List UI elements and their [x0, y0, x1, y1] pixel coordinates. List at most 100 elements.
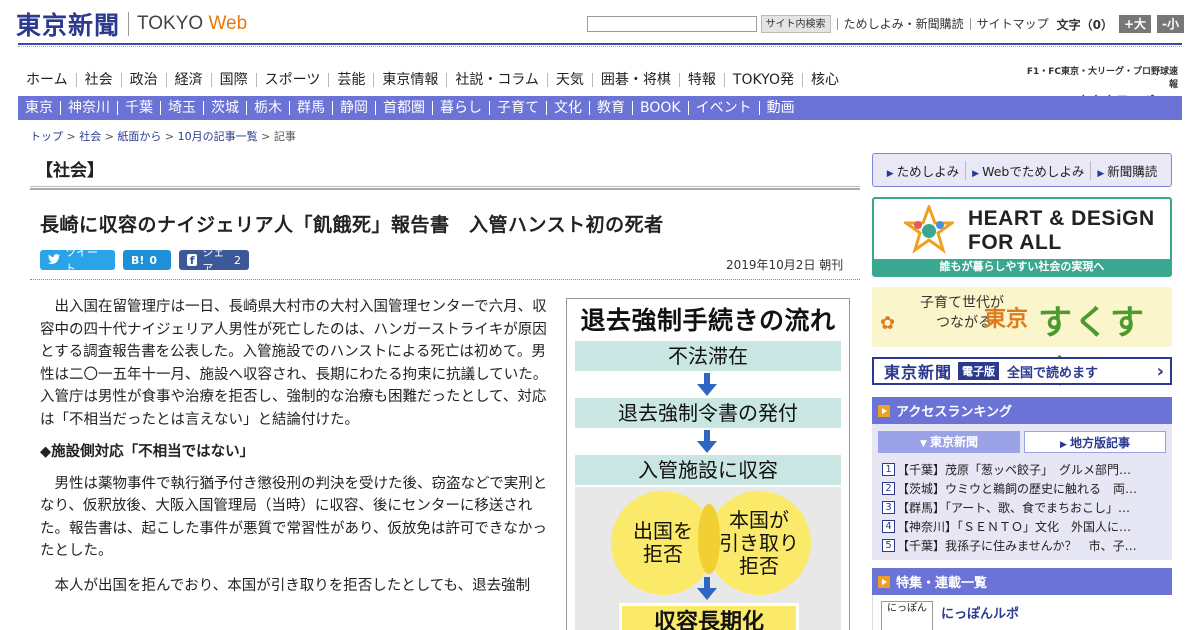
web-trial-link[interactable]: ▶ Webでためしよみ — [965, 160, 1090, 180]
font-smaller-button[interactable]: -小 — [1157, 15, 1184, 33]
nav-book[interactable]: BOOK — [633, 101, 689, 115]
nav-go-shogi[interactable]: 囲碁・将棋 — [593, 73, 680, 87]
feature-thumbnail[interactable]: にっぽん — [881, 601, 933, 630]
rank-number: 2 — [882, 482, 895, 495]
subscribe-link[interactable]: ためしよみ・新聞購読 — [836, 18, 964, 30]
nav-politics[interactable]: 政治 — [122, 73, 167, 87]
breadcrumb-top[interactable]: トップ — [30, 130, 63, 143]
nav-sports[interactable]: スポーツ — [257, 73, 330, 87]
ranking-item[interactable]: 2 【茨城】ウミウと鵜飼の歴史に触れる 両… — [882, 479, 1166, 498]
site-search-button[interactable]: サイト内検索 — [760, 15, 831, 33]
nav-education[interactable]: 教育 — [590, 101, 633, 115]
tweet-button[interactable]: ツイート — [40, 246, 115, 275]
nav-events[interactable]: イベント — [689, 101, 760, 115]
digital-edition-banner[interactable]: 東京新聞 電子版 全国で読めます › — [872, 357, 1172, 385]
rank-number: 3 — [882, 501, 895, 514]
flow-arrow-icon — [697, 373, 717, 397]
nav-parenting[interactable]: 子育て — [490, 101, 547, 115]
facebook-icon: f — [187, 254, 198, 267]
ranking-item[interactable]: 3 【群馬】「アート、歌、食でまちおこし」… — [882, 498, 1166, 517]
nav-video[interactable]: 動画 — [760, 101, 802, 115]
section-marker-icon — [878, 404, 890, 417]
ranking-item[interactable]: 5 【千葉】我孫子に住みませんか？ 市、子… — [882, 536, 1166, 555]
nav-region-tochigi[interactable]: 栃木 — [247, 101, 290, 115]
deportation-flow-figure[interactable]: 退去強制手続きの流れ 不法滞在 退去強制令書の発付 入管施設に収容 出国を 拒否… — [566, 298, 850, 630]
rank-number: 1 — [882, 463, 895, 476]
nav-tokyo-info[interactable]: 東京情報 — [374, 73, 448, 87]
nav-economy[interactable]: 経済 — [167, 73, 212, 87]
triangle-right-icon: ▶ — [1059, 440, 1071, 450]
circle-refuse-departure-label: 出国を 拒否 — [633, 519, 693, 566]
nav-region-shizuoka[interactable]: 静岡 — [333, 101, 376, 115]
article-paragraph: 本人が出国を拒んでおり、本国が引き取りを拒否したとしても、退去強制 — [54, 577, 531, 594]
ranking-list: 1 【千葉】茂原「葱ッペ餃子」 グルメ部門… 2 【茨城】ウミウと鵜飼の歴史に触れる… — [882, 460, 1166, 555]
nav-weather[interactable]: 天気 — [548, 73, 593, 87]
share-label: シェア — [202, 246, 225, 275]
nav-international[interactable]: 国際 — [212, 73, 257, 87]
triangle-right-icon: ▶ — [972, 168, 980, 179]
ranking-item-title: 【群馬】「アート、歌、食でまちおこし」… — [897, 501, 1131, 515]
nav-region-kanagawa[interactable]: 神奈川 — [61, 101, 118, 115]
nav-region-ibaraki[interactable]: 茨城 — [204, 101, 247, 115]
breadcrumb-print[interactable]: 紙面から — [117, 130, 161, 143]
nav-region-tokyo[interactable]: 東京 — [18, 101, 61, 115]
heart-design-title-line1: HEART & DESiGN — [968, 207, 1155, 230]
logo-english-suffix: Web — [208, 13, 248, 34]
nav-tokyo-hatsu[interactable]: TOKYO発 — [725, 73, 803, 87]
nav-culture[interactable]: 文化 — [547, 101, 590, 115]
ranking-item[interactable]: 4 【神奈川】「ＳＥＮＴＯ」文化 外国人に… — [882, 517, 1166, 536]
search-input[interactable] — [586, 16, 757, 32]
breadcrumb-current: 記事 — [273, 130, 296, 143]
trial-read-link[interactable]: ▶ ためしよみ — [881, 161, 965, 180]
nav-region-chiba[interactable]: 千葉 — [118, 101, 161, 115]
nav-special-report[interactable]: 特報 — [680, 73, 725, 87]
nav-editorial[interactable]: 社説・コラム — [447, 73, 548, 87]
heart-design-banner[interactable]: HEART & DESiGN FOR ALL 誰もが暮らしやすい社会の実現へ — [872, 197, 1172, 277]
site-logo[interactable]: 東京新聞 TOKYO Web — [16, 8, 247, 40]
feature-title-link[interactable]: にっぽんルポ — [941, 603, 1019, 622]
font-bigger-button[interactable]: +大 — [1118, 15, 1152, 33]
logo-english-prefix: TOKYO — [137, 13, 204, 34]
heart-design-title-line2: FOR ALL — [968, 231, 1062, 254]
article-subhead: ◆施設側対応「不相当ではない」 — [40, 444, 255, 460]
logo-divider — [128, 12, 130, 36]
chevron-right-icon: › — [1156, 360, 1164, 382]
nav-society[interactable]: 社会 — [77, 73, 122, 87]
ranking-tab-regional[interactable]: ▶ 地方版記事 — [1024, 431, 1166, 453]
ranking-item-title: 【茨城】ウミウと鵜飼の歴史に触れる 両… — [897, 482, 1138, 496]
nav-living[interactable]: 暮らし — [433, 101, 490, 115]
facebook-share-button[interactable]: f シェア 2 — [179, 246, 249, 275]
rank-number: 5 — [882, 539, 895, 552]
header-dotted-rule — [18, 46, 1182, 47]
sukusuku-tokyo: 東京 — [984, 307, 1029, 332]
ranking-title: アクセスランキング — [896, 405, 1012, 420]
sitemap-link[interactable]: サイトマップ — [969, 18, 1049, 30]
flow-step-deportation-order: 退去強制令書の発付 — [575, 398, 841, 428]
secondary-nav: 東京 神奈川 千葉 埼玉 茨城 栃木 群馬 静岡 首都圏 暮らし 子育て 文化 … — [18, 96, 1182, 120]
article-body: 出入国在留管理庁は一日、長崎県大村市の大村入国管理センターで六月、収容中の四十代… — [40, 296, 552, 597]
nav-metro-area[interactable]: 首都圏 — [376, 101, 433, 115]
circle-overlap — [698, 504, 720, 574]
subscription-link[interactable]: ▶ 新聞購読 — [1090, 160, 1163, 180]
hatena-bookmark-button[interactable]: B! 0 — [123, 250, 171, 270]
ranking-item[interactable]: 1 【千葉】茂原「葱ッペ餃子」 グルメ部門… — [882, 460, 1166, 479]
nav-entertainment[interactable]: 芸能 — [329, 73, 375, 87]
nav-region-gunma[interactable]: 群馬 — [290, 101, 333, 115]
sports-link-caption: F1・FC東京・大リーグ・プロ野球速報 — [1026, 67, 1178, 90]
article-meta-rule — [30, 279, 860, 280]
section-rule — [30, 186, 860, 190]
flower-icon: ✿ — [880, 313, 896, 334]
ranking-tab-tokyo[interactable]: ▼ 東京新聞 — [878, 431, 1020, 453]
sukusuku-banner[interactable]: ✿ 子育て世代が つながる 東京 すくすく — [872, 287, 1172, 392]
article-paragraph: 男性は薬物事件で執行猶予付き懲役刑の判決を受けた後、窃盗などで実刑となり、仮釈放… — [40, 475, 548, 560]
flow-arrow-icon — [697, 430, 717, 454]
nav-core[interactable]: 核心 — [803, 73, 847, 87]
nav-home[interactable]: ホーム — [18, 73, 77, 87]
font-size-label: 文字（0） — [1056, 17, 1113, 32]
flow-arrow-icon — [697, 577, 717, 601]
breadcrumb-october-list[interactable]: 10月の記事一覧 — [178, 130, 258, 143]
primary-nav: ホーム 社会 政治 経済 国際 スポーツ 芸能 東京情報 社説・コラム 天気 囲… — [18, 68, 847, 92]
breadcrumb-society[interactable]: 社会 — [79, 130, 101, 143]
nav-region-saitama[interactable]: 埼玉 — [161, 101, 204, 115]
rank-number: 4 — [882, 520, 895, 533]
